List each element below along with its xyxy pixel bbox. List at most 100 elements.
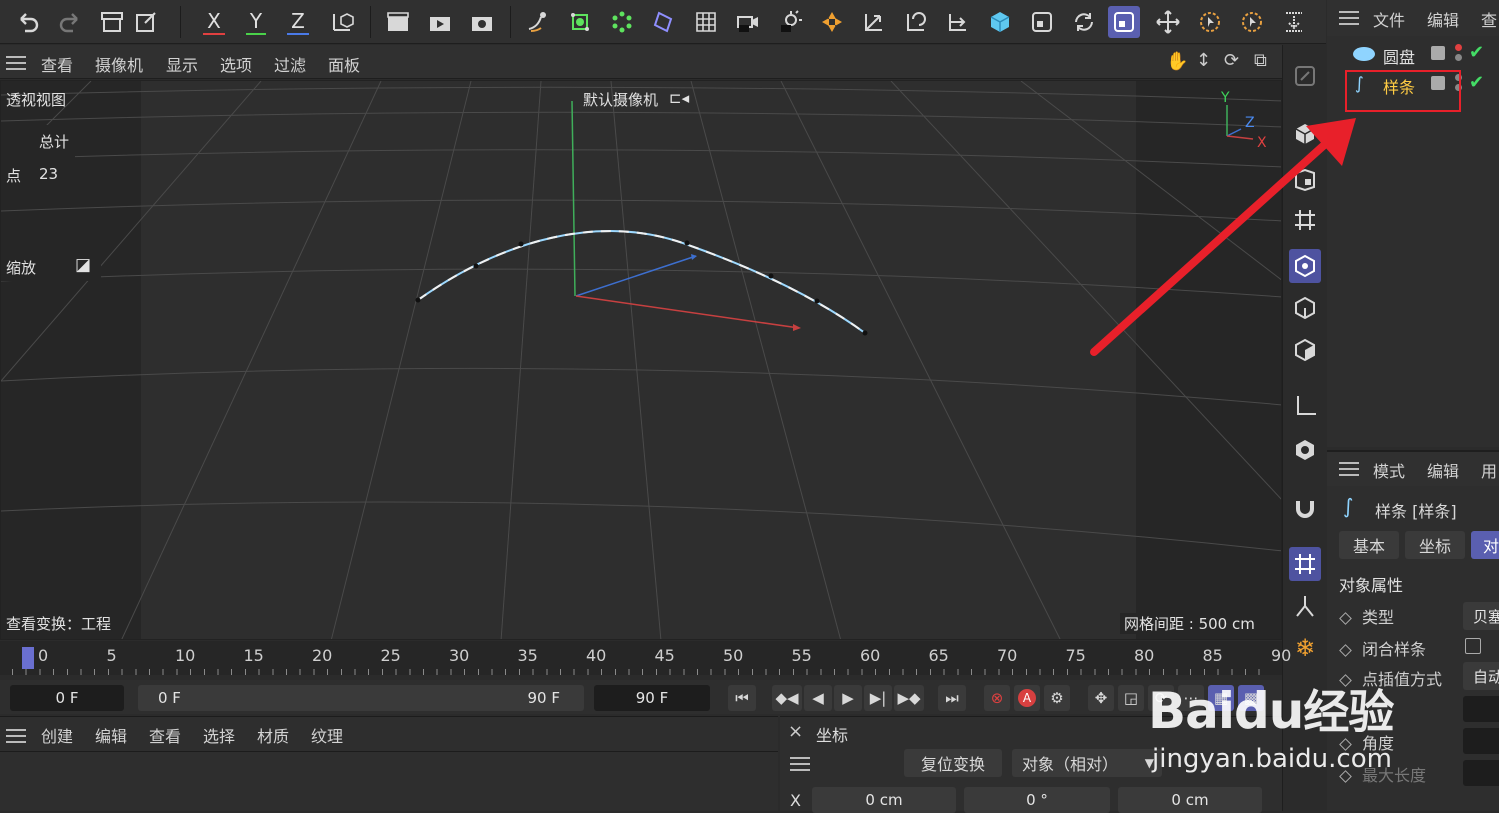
axis-z-lock-button[interactable]: Z bbox=[282, 6, 314, 38]
cloner-icon[interactable] bbox=[606, 6, 638, 38]
scale-axis-icon[interactable] bbox=[942, 6, 974, 38]
play-icon[interactable]: ▶ bbox=[834, 685, 862, 711]
edit-external-icon[interactable] bbox=[130, 6, 162, 38]
number-field[interactable] bbox=[1463, 696, 1499, 722]
grid-lock-icon[interactable] bbox=[1289, 547, 1321, 581]
render-picture-viewer-icon[interactable] bbox=[424, 6, 456, 38]
render-settings-icon[interactable] bbox=[466, 6, 498, 38]
zoom-frame-icon[interactable]: ◪ bbox=[75, 255, 91, 275]
timeline-ruler[interactable]: 0 5 10 15 20 25 30 35 40 45 50 55 60 65 70 75 80 85 90 bbox=[0, 641, 1291, 675]
edit-mode-icon[interactable] bbox=[1289, 59, 1321, 93]
coord-mode-dropdown[interactable]: 对象（相对） ▼ bbox=[1012, 749, 1162, 777]
closed-spline-checkbox[interactable] bbox=[1465, 638, 1481, 654]
scale-active-icon[interactable] bbox=[1108, 6, 1140, 38]
am-menu-mode[interactable]: 模式 bbox=[1373, 458, 1405, 482]
dolly-icon[interactable]: ↕ bbox=[1196, 50, 1211, 71]
autokey-icon[interactable]: A bbox=[1014, 685, 1040, 711]
mm-menu-select[interactable]: 选择 bbox=[203, 723, 235, 747]
rotate-tool-icon[interactable] bbox=[1068, 6, 1100, 38]
select-icon[interactable] bbox=[1236, 6, 1268, 38]
tab-coord[interactable]: 坐标 bbox=[1405, 531, 1465, 559]
scale-x-field[interactable]: 0 cm bbox=[1118, 787, 1262, 813]
visibility-dot-icon[interactable] bbox=[1455, 44, 1462, 51]
keyframe-diamond-icon[interactable] bbox=[1339, 644, 1352, 657]
move-axis-icon[interactable] bbox=[858, 6, 890, 38]
menu-camera[interactable]: 摄像机 bbox=[95, 52, 143, 76]
menu-display[interactable]: 显示 bbox=[166, 52, 198, 76]
deformer-icon[interactable] bbox=[648, 6, 680, 38]
camera-link-icon[interactable]: ⊏◂ bbox=[669, 89, 689, 107]
key-scale-icon[interactable]: ◲ bbox=[1118, 685, 1144, 711]
object-row[interactable]: 圆盘 ✔ bbox=[1327, 40, 1499, 70]
go-to-end-icon[interactable]: ⏭ bbox=[938, 685, 966, 711]
download-icon[interactable] bbox=[1278, 6, 1310, 38]
position-x-field[interactable]: 0 cm bbox=[812, 787, 956, 813]
tab-basic[interactable]: 基本 bbox=[1339, 531, 1399, 559]
menu-icon[interactable] bbox=[6, 729, 26, 743]
snowflake-icon[interactable]: ❄ bbox=[1289, 631, 1321, 665]
scale-tool-icon[interactable] bbox=[1026, 6, 1058, 38]
camera-label[interactable]: 默认摄像机 bbox=[583, 89, 658, 110]
generator-icon[interactable] bbox=[564, 6, 596, 38]
render-dot-icon[interactable] bbox=[1455, 54, 1462, 61]
am-menu-user[interactable]: 用 bbox=[1481, 458, 1497, 482]
om-menu-edit[interactable]: 编辑 bbox=[1427, 7, 1459, 31]
rotate-axis-icon[interactable] bbox=[900, 6, 932, 38]
type-dropdown[interactable]: 贝塞 bbox=[1463, 602, 1499, 630]
move-tool-icon[interactable] bbox=[1152, 6, 1184, 38]
axis-x-lock-button[interactable]: X bbox=[198, 6, 230, 38]
angle-field[interactable] bbox=[1463, 728, 1499, 754]
playhead[interactable] bbox=[22, 647, 34, 669]
menu-icon[interactable] bbox=[1339, 11, 1359, 25]
coordinate-system-icon[interactable] bbox=[326, 6, 358, 38]
om-menu-view[interactable]: 查 bbox=[1481, 7, 1497, 31]
menu-options[interactable]: 选项 bbox=[220, 52, 252, 76]
field-grid-icon[interactable] bbox=[690, 6, 722, 38]
interpolation-dropdown[interactable]: 自动 bbox=[1463, 662, 1499, 690]
axis-y-lock-button[interactable]: Y bbox=[240, 6, 272, 38]
mm-menu-view[interactable]: 查看 bbox=[149, 723, 181, 747]
tab-object[interactable]: 对 bbox=[1471, 531, 1499, 559]
object-hex-icon[interactable] bbox=[1289, 433, 1321, 467]
spline-pen-icon[interactable] bbox=[522, 6, 554, 38]
key-settings-icon[interactable]: ⚙ bbox=[1044, 685, 1070, 711]
archive-icon[interactable] bbox=[96, 6, 128, 38]
max-length-field[interactable] bbox=[1463, 760, 1499, 786]
prev-frame-icon[interactable]: ◀ bbox=[804, 685, 832, 711]
orbit-icon[interactable]: ⟳ bbox=[1224, 50, 1239, 71]
light-icon[interactable] bbox=[774, 6, 806, 38]
next-frame-icon[interactable]: ▶| bbox=[864, 685, 892, 711]
am-menu-edit[interactable]: 编辑 bbox=[1427, 458, 1459, 482]
object-name[interactable]: 圆盘 bbox=[1383, 44, 1415, 68]
axis-mode-icon[interactable] bbox=[1289, 389, 1321, 423]
keyframe-diamond-icon[interactable] bbox=[1339, 612, 1352, 625]
symmetry-icon[interactable] bbox=[1289, 589, 1321, 623]
close-icon[interactable]: × bbox=[788, 721, 803, 742]
edit-tag-icon[interactable] bbox=[1431, 46, 1445, 60]
live-selection-icon[interactable] bbox=[1194, 6, 1226, 38]
zoom-panel[interactable]: 缩放 ◪ bbox=[1, 253, 101, 281]
maximize-view-icon[interactable]: ⧉ bbox=[1254, 50, 1267, 71]
record-icon[interactable]: ⊗ bbox=[984, 685, 1010, 711]
mm-menu-edit[interactable]: 编辑 bbox=[95, 723, 127, 747]
range-slider[interactable]: 0 F 90 F bbox=[138, 685, 584, 711]
go-to-start-icon[interactable]: ⏮ bbox=[728, 685, 756, 711]
reset-transform-button[interactable]: 复位变换 bbox=[904, 749, 1002, 777]
render-view-icon[interactable] bbox=[382, 6, 414, 38]
snap-magnet-icon[interactable] bbox=[1289, 491, 1321, 525]
rotation-h-field[interactable]: 0 ° bbox=[964, 787, 1110, 813]
model-mode-icon[interactable] bbox=[816, 6, 848, 38]
undo-icon[interactable] bbox=[12, 6, 44, 38]
pan-hand-icon[interactable]: ✋ bbox=[1166, 51, 1188, 72]
prev-key-icon[interactable]: ◆◀ bbox=[772, 685, 802, 711]
menu-filter[interactable]: 过滤 bbox=[274, 52, 306, 76]
menu-panel[interactable]: 面板 bbox=[328, 52, 360, 76]
menu-icon[interactable] bbox=[790, 757, 810, 771]
om-menu-file[interactable]: 文件 bbox=[1373, 7, 1405, 31]
menu-view[interactable]: 查看 bbox=[41, 52, 73, 76]
menu-icon[interactable] bbox=[1339, 462, 1359, 476]
current-frame-field[interactable]: 0 F bbox=[10, 685, 124, 711]
enabled-check-icon[interactable]: ✔ bbox=[1469, 42, 1484, 63]
redo-icon[interactable] bbox=[54, 6, 86, 38]
next-key-icon[interactable]: ▶◆ bbox=[894, 685, 924, 711]
